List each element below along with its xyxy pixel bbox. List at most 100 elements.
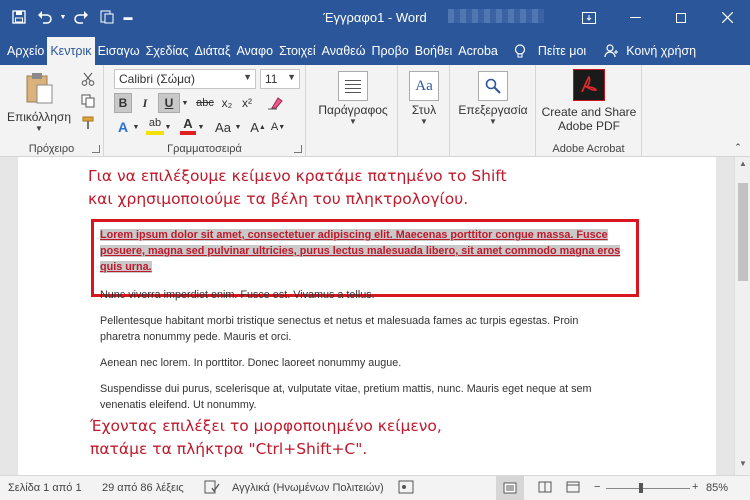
document-page[interactable]: Για να επιλέξουμε κείμενο κρατάμε πατημέ… <box>18 157 716 475</box>
format-painter-icon[interactable] <box>78 113 98 133</box>
proofing-icon[interactable] <box>204 480 220 497</box>
print-layout-view-icon[interactable] <box>496 476 524 500</box>
tab-acrobat[interactable]: Acroba <box>455 37 501 65</box>
tell-me-label: Πείτε μοι <box>537 44 587 58</box>
copy-icon[interactable] <box>78 91 98 111</box>
scroll-up-icon[interactable]: ▲ <box>735 159 750 173</box>
paragraph-label: Παράγραφος <box>318 103 388 117</box>
font-name-combo[interactable]: Calibri (Σώμα) ▼ <box>114 69 256 89</box>
font-group: Calibri (Σώμα) ▼ 11 ▼ B I U ▼ abc x₂ x² A … <box>104 65 306 157</box>
font-size-combo[interactable]: 11 ▼ <box>260 69 300 89</box>
editing-dropdown-icon[interactable]: ▼ <box>454 117 532 126</box>
font-size-dropdown-icon[interactable]: ▼ <box>287 72 296 82</box>
paragraph-group: Παράγραφος ▼ <box>306 65 398 157</box>
customize-qat-icon[interactable]: ▬ <box>120 6 136 28</box>
annotation-bottom-line-2: πατάμε τα πλήκτρα "Ctrl+Shift+C". <box>90 440 368 458</box>
redo-icon[interactable] <box>68 6 94 28</box>
read-mode-view-icon[interactable] <box>538 481 552 496</box>
paragraph-3[interactable]: Aenean nec lorem. In porttitor. Donec la… <box>100 355 640 371</box>
zoom-slider[interactable] <box>606 483 690 493</box>
paragraph-1[interactable]: Nunc viverra imperdiet enim. Fusce est. … <box>100 287 640 303</box>
shrink-font-icon[interactable]: A ▼ <box>270 117 286 137</box>
undo-dropdown-icon[interactable]: ▼ <box>58 6 68 28</box>
share-button[interactable]: Κοινή χρήση <box>601 37 699 65</box>
strikethrough-button[interactable]: abc <box>194 93 216 113</box>
macro-record-icon[interactable] <box>398 480 414 497</box>
tab-help[interactable]: Βοήθει <box>412 37 456 65</box>
styles-button[interactable]: Aa Στυλ ▼ <box>402 71 446 126</box>
editing-button[interactable]: Επεξεργασία ▼ <box>454 71 532 126</box>
zoom-in-icon[interactable]: + <box>692 481 698 493</box>
tab-view[interactable]: Προβο <box>369 37 412 65</box>
document-area: Για να επιλέξουμε κείμενο κρατάμε πατημέ… <box>0 157 734 475</box>
paragraph-button[interactable]: Παράγραφος ▼ <box>310 71 396 126</box>
clear-formatting-icon[interactable] <box>264 93 286 113</box>
font-name-dropdown-icon[interactable]: ▼ <box>243 72 252 82</box>
change-case-button[interactable]: Aa <box>212 117 234 137</box>
paragraph-2[interactable]: Pellentesque habitant morbi tristique se… <box>100 313 640 345</box>
highlight-dropdown-icon[interactable]: ▼ <box>164 117 172 137</box>
change-case-dropdown-icon[interactable]: ▼ <box>234 117 242 137</box>
font-color-button[interactable]: A <box>180 115 196 135</box>
language-status[interactable]: Αγγλικά (Ηνωμένων Πολιτειών) <box>232 482 384 494</box>
create-pdf-button[interactable]: Create and Share Adobe PDF <box>538 69 640 133</box>
italic-button[interactable]: I <box>136 93 154 113</box>
paste-dropdown-icon[interactable]: ▼ <box>6 124 72 133</box>
collapse-ribbon-icon[interactable]: ⌃ <box>730 137 746 157</box>
touch-mode-icon[interactable] <box>94 6 120 28</box>
scroll-down-icon[interactable]: ▼ <box>735 459 750 473</box>
save-icon[interactable] <box>6 6 32 28</box>
tab-mailings[interactable]: Στοιχεί <box>276 37 319 65</box>
maximize-icon[interactable] <box>658 0 704 35</box>
zoom-slider-thumb[interactable] <box>639 483 643 493</box>
undo-icon[interactable] <box>32 6 58 28</box>
account-name-redacted <box>448 9 544 23</box>
tab-file[interactable]: Αρχείο <box>4 37 47 65</box>
text-effects-button[interactable]: A <box>114 117 132 137</box>
tab-layout[interactable]: Διάταξ <box>192 37 234 65</box>
paste-button[interactable]: Επικόλληση ▼ <box>6 71 72 133</box>
font-color-dropdown-icon[interactable]: ▼ <box>197 117 205 137</box>
minimize-icon[interactable] <box>612 0 658 35</box>
font-dialog-launcher[interactable] <box>294 145 302 153</box>
text-effects-dropdown-icon[interactable]: ▼ <box>132 117 140 137</box>
bold-button[interactable]: B <box>114 93 132 113</box>
acrobat-group: Create and Share Adobe PDF Adobe Acrobat <box>536 65 642 157</box>
close-icon[interactable] <box>704 0 750 35</box>
clipboard-dialog-launcher[interactable] <box>92 145 100 153</box>
subscript-button[interactable]: x₂ <box>218 93 236 113</box>
styles-icon: Aa <box>409 71 439 101</box>
zoom-level[interactable]: 85% <box>706 482 728 494</box>
underline-button[interactable]: U <box>158 93 180 113</box>
word-count[interactable]: 29 από 86 λέξεις <box>102 482 184 494</box>
annotation-top-line-2: και χρησιμοποιούμε τα βέλη του πληκτρολο… <box>88 190 469 208</box>
tell-me-box[interactable]: Πείτε μοι <box>511 37 589 65</box>
adobe-pdf-icon <box>573 69 605 101</box>
paragraph-dropdown-icon[interactable]: ▼ <box>310 117 396 126</box>
underline-dropdown-icon[interactable]: ▼ <box>180 93 190 113</box>
paragraph-4-line-1: Suspendisse dui purus, scelerisque at, v… <box>100 383 592 395</box>
paragraph-4[interactable]: Suspendisse dui purus, scelerisque at, v… <box>100 381 640 413</box>
quick-access-toolbar: ▼ ▬ <box>6 6 136 28</box>
tab-references[interactable]: Αναφο <box>233 37 276 65</box>
superscript-button[interactable]: x² <box>238 93 256 113</box>
ribbon-display-options-icon[interactable] <box>566 0 612 35</box>
zoom-out-icon[interactable]: − <box>594 481 600 493</box>
share-label: Κοινή χρήση <box>626 44 697 58</box>
grow-font-icon[interactable]: A ▲ <box>250 117 266 137</box>
tab-insert[interactable]: Εισαγω <box>95 37 143 65</box>
tab-home[interactable]: Κεντρικ <box>47 37 95 65</box>
web-layout-view-icon[interactable] <box>566 481 580 496</box>
paragraph-icon <box>338 71 368 101</box>
acrobat-group-label: Adobe Acrobat <box>552 143 625 155</box>
cut-icon[interactable] <box>78 69 98 89</box>
page-count[interactable]: Σελίδα 1 από 1 <box>8 482 82 494</box>
styles-dropdown-icon[interactable]: ▼ <box>402 117 446 126</box>
scrollbar-thumb[interactable] <box>738 183 748 281</box>
highlight-button[interactable]: ab <box>146 115 164 135</box>
tab-review[interactable]: Αναθεώ <box>319 37 369 65</box>
tab-design[interactable]: Σχεδίας <box>143 37 192 65</box>
vertical-scrollbar[interactable]: ▲ ▼ <box>734 157 750 475</box>
highlight-frame <box>91 219 639 297</box>
create-pdf-label-2: Adobe PDF <box>557 119 621 133</box>
